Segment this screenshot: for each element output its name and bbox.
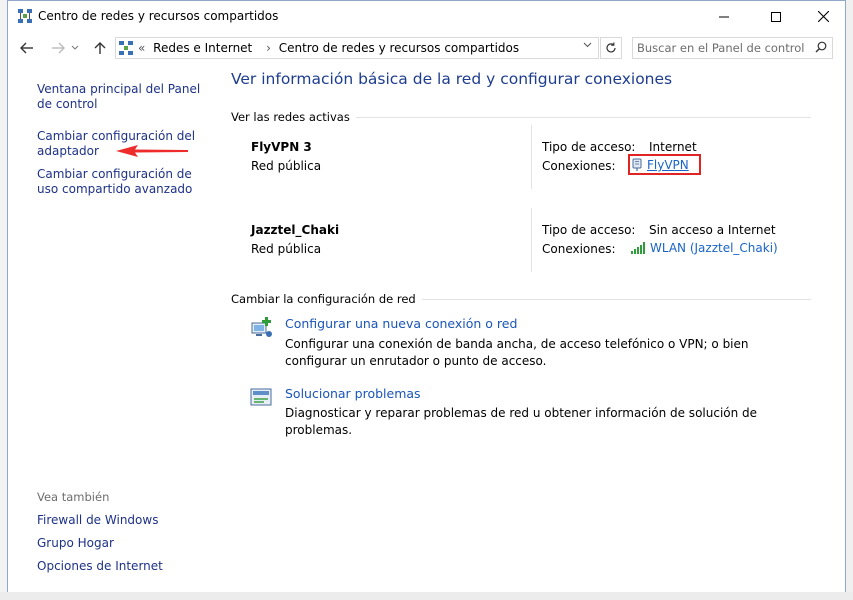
arrow-left-icon (20, 42, 33, 54)
background-bottom (0, 592, 853, 600)
chevron-down-icon (71, 45, 79, 50)
breadcrumb-centro-redes[interactable]: Centro de redes y recursos compartidos (279, 41, 519, 55)
change-settings-label: Cambiar la configuración de red (231, 292, 422, 306)
back-button[interactable] (17, 38, 37, 58)
access-type-value: Internet (649, 140, 697, 154)
task-link-troubleshoot[interactable]: Solucionar problemas (285, 386, 421, 401)
minimize-button[interactable] (701, 1, 747, 32)
minimize-icon (719, 16, 729, 17)
connection-name: WLAN (Jazztel_Chaki) (650, 241, 778, 255)
up-button[interactable] (90, 38, 110, 58)
refresh-button[interactable] (600, 37, 622, 59)
connection-link-wlan[interactable]: WLAN (Jazztel_Chaki) (631, 241, 778, 255)
see-also-heading: Vea también (37, 490, 110, 504)
red-highlight-box (628, 154, 701, 175)
link-windows-firewall[interactable]: Firewall de Windows (37, 513, 212, 528)
breadcrumb: « Redes e Internet › Centro de redes y r… (138, 41, 523, 55)
maximize-button[interactable] (753, 1, 799, 32)
main-content: Ver información básica de la red y confi… (216, 64, 845, 592)
wifi-signal-icon (631, 242, 645, 254)
refresh-icon (606, 42, 616, 53)
title-bar: Centro de redes y recursos compartidos (8, 1, 845, 32)
connections-label: Conexiones: (542, 242, 616, 256)
background-right (846, 0, 853, 600)
link-control-panel-home[interactable]: Ventana principal del Panel de control (37, 82, 212, 112)
red-annotation-arrow (116, 145, 188, 157)
network-app-icon (18, 9, 32, 23)
task-description: Configurar una conexión de banda ancha, … (285, 337, 749, 368)
arrow-up-icon (94, 42, 106, 54)
address-dropdown-button[interactable] (583, 41, 592, 51)
chevron-down-icon (583, 42, 592, 48)
active-networks-label: Ver las redes activas (231, 110, 356, 124)
network-center-window: Centro de redes y recursos compartidos «… (7, 0, 846, 592)
recent-locations-button[interactable] (68, 38, 82, 58)
link-homegroup[interactable]: Grupo Hogar (37, 536, 212, 551)
maximize-icon (771, 11, 781, 22)
task-description: Diagnosticar y reparar problemas de red … (285, 406, 758, 437)
network-location-icon (119, 41, 133, 55)
window-title: Centro de redes y recursos compartidos (38, 9, 279, 23)
arrow-right-icon (52, 42, 65, 54)
network-type: Red pública (251, 159, 322, 173)
network-type: Red pública (251, 242, 322, 256)
new-connection-icon (251, 317, 272, 337)
network-name: FlyVPN 3 (251, 140, 312, 154)
network-divider (531, 208, 532, 272)
close-icon (817, 11, 829, 22)
access-type-label: Tipo de acceso: (542, 223, 636, 237)
link-internet-options[interactable]: Opciones de Internet (37, 559, 212, 574)
page-title: Ver información básica de la red y confi… (231, 70, 673, 88)
breadcrumb-separator[interactable]: › (266, 41, 271, 55)
search-box (632, 37, 833, 59)
close-button[interactable] (800, 1, 846, 32)
access-type-value: Sin acceso a Internet (649, 223, 776, 237)
troubleshoot-icon (250, 388, 272, 406)
network-name: Jazztel_Chaki (251, 223, 340, 237)
breadcrumb-redes-internet[interactable]: Redes e Internet (153, 41, 252, 55)
task-link-new-connection[interactable]: Configurar una nueva conexión o red (285, 316, 517, 331)
navigation-bar: « Redes e Internet › Centro de redes y r… (8, 32, 845, 64)
network-divider (531, 125, 532, 189)
connections-label: Conexiones: (542, 159, 616, 173)
address-bar[interactable]: « Redes e Internet › Centro de redes y r… (115, 37, 599, 59)
search-input[interactable] (637, 40, 807, 56)
left-pane: Ventana principal del Panel de control C… (8, 64, 216, 592)
search-icon[interactable] (815, 41, 827, 56)
forward-button[interactable] (48, 38, 68, 58)
breadcrumb-overflow[interactable]: « (138, 41, 145, 55)
access-type-label: Tipo de acceso: (542, 140, 636, 154)
link-advanced-sharing-settings[interactable]: Cambiar configuración de uso compartido … (37, 167, 212, 197)
